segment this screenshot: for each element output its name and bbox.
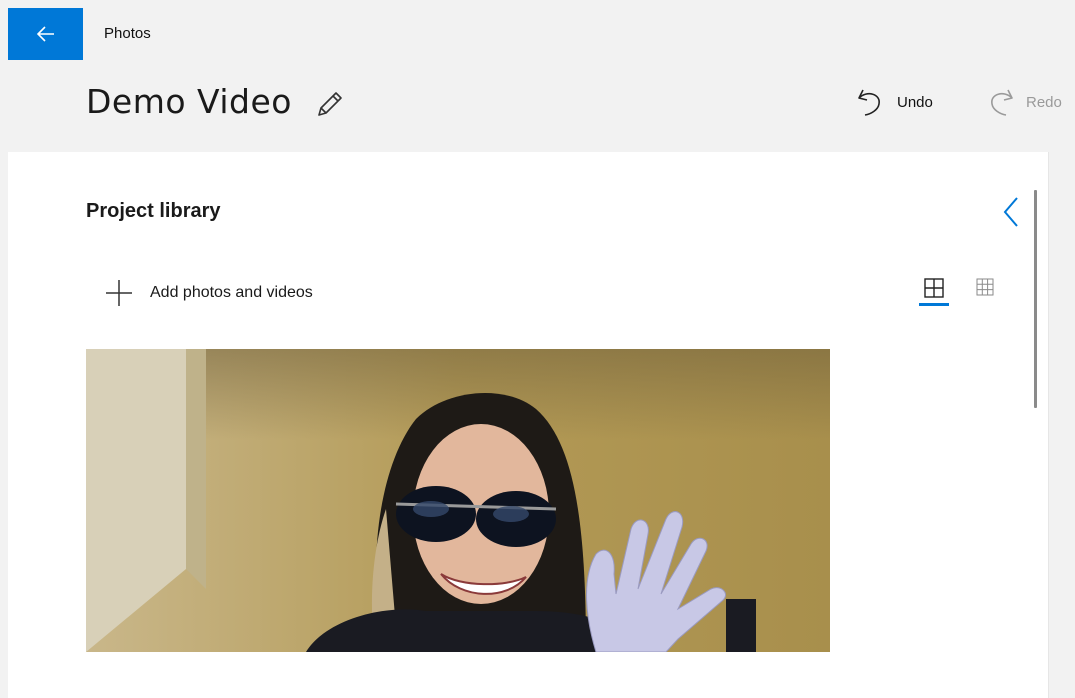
undo-label: Undo: [897, 93, 933, 111]
add-photos-and-videos-button[interactable]: Add photos and videos: [104, 278, 313, 308]
collapse-library-button[interactable]: [996, 192, 1026, 232]
back-button[interactable]: [8, 8, 83, 60]
add-photos-label: Add photos and videos: [150, 284, 313, 301]
undo-button[interactable]: Undo: [855, 82, 933, 122]
rename-project-button[interactable]: [310, 84, 350, 124]
small-grid-icon: [976, 278, 994, 296]
undo-icon: [858, 89, 880, 116]
video-thumbnail-image: [86, 349, 830, 652]
arrow-left-icon: [36, 26, 54, 42]
large-grid-icon: [924, 278, 944, 298]
project-library-panel: Project library Add photos and videos: [8, 152, 1049, 698]
project-title: Demo Video: [86, 82, 292, 121]
redo-label: Redo: [1026, 93, 1062, 111]
panel-heading: Project library: [86, 200, 221, 222]
app-title: Photos: [104, 25, 151, 42]
redo-button[interactable]: Redo: [988, 82, 1062, 122]
small-thumbnail-view-button[interactable]: [968, 274, 1002, 310]
pencil-icon: [318, 92, 342, 116]
plus-icon: [106, 280, 132, 306]
video-thumbnail[interactable]: [86, 349, 830, 652]
redo-icon: [991, 89, 1013, 116]
scrollbar-thumb[interactable]: [1034, 190, 1037, 408]
large-thumbnail-view-button[interactable]: [917, 274, 951, 310]
chevron-left-icon: [1003, 197, 1018, 227]
photos-app-window: Photos Demo Video Undo Redo Project libr…: [0, 0, 1075, 698]
selected-view-indicator: [919, 303, 949, 306]
